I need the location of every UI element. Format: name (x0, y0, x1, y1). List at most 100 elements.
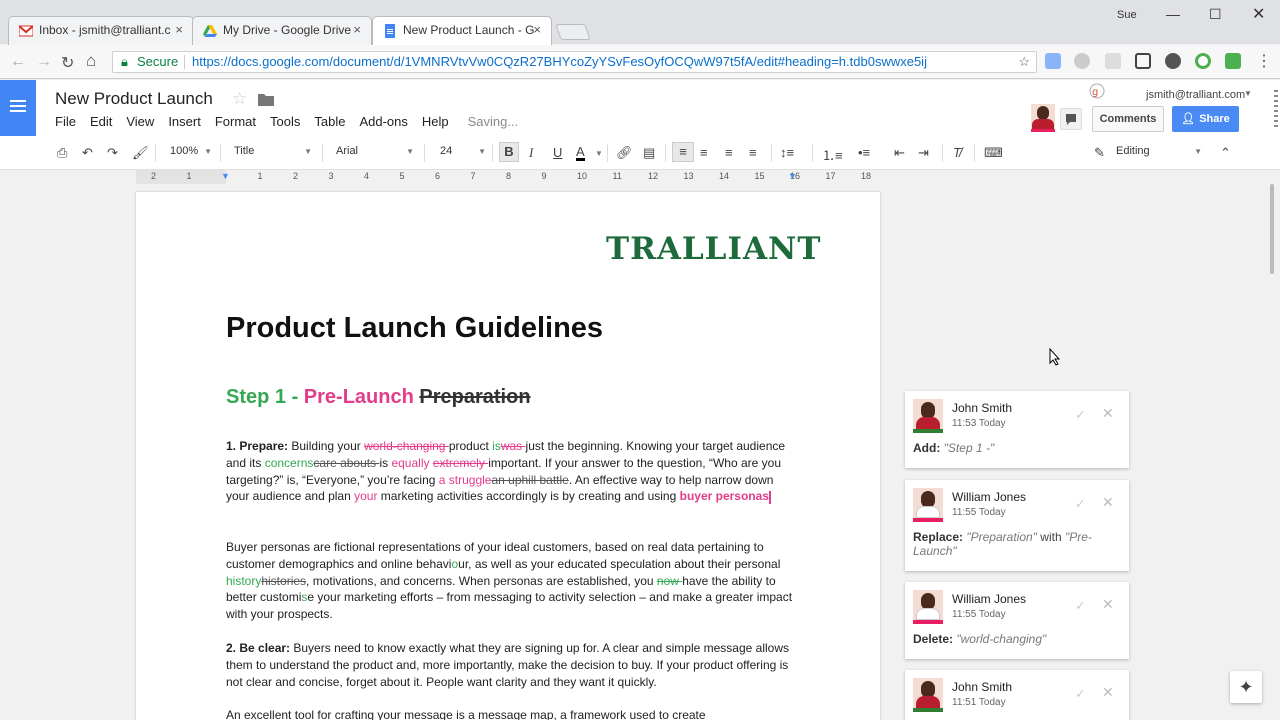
window-close-icon[interactable]: ✕ (1252, 4, 1265, 24)
docs-home-icon[interactable] (0, 80, 36, 136)
clear-formatting-icon[interactable]: T̸ (953, 145, 961, 160)
tab-drive[interactable]: My Drive - Google Drive × (192, 16, 372, 46)
chevron-down-icon[interactable]: ▼ (595, 149, 603, 158)
accept-check-icon[interactable]: ✓ (1075, 407, 1086, 423)
menu-insert[interactable]: Insert (168, 114, 201, 129)
cloud-extension-icon[interactable] (1074, 53, 1090, 69)
maximize-icon[interactable]: ☐ (1209, 6, 1222, 23)
document-heading[interactable]: Product Launch Guidelines (226, 312, 603, 345)
folder-icon[interactable] (258, 92, 274, 106)
close-icon[interactable]: × (175, 22, 183, 37)
menu-help[interactable]: Help (422, 114, 449, 129)
collaborator-avatar[interactable] (1031, 104, 1055, 132)
ruler-tick: 8 (506, 171, 512, 181)
menu-table[interactable]: Table (314, 114, 345, 129)
font-size-select[interactable]: 24 ▼ (440, 145, 486, 157)
share-button[interactable]: 👤︎ Share (1172, 106, 1239, 132)
back-icon[interactable]: ← (10, 53, 26, 71)
account-email[interactable]: jsmith@tralliant.com (1146, 89, 1245, 101)
paragraph-personas[interactable]: Buyer personas are fictional representat… (226, 539, 796, 623)
reject-x-icon[interactable]: ✕ (1102, 684, 1114, 701)
style-select[interactable]: Title ▼ (234, 145, 312, 157)
extension-icon[interactable] (1225, 53, 1241, 69)
underline-button[interactable]: U (553, 145, 562, 160)
screen-capture-icon[interactable] (1135, 53, 1151, 69)
reject-x-icon[interactable]: ✕ (1102, 405, 1114, 422)
indent-marker-icon[interactable]: ▼ (221, 171, 230, 181)
suggestion-card[interactable]: John Smith 11:51 Today ✓ ✕ (905, 670, 1129, 720)
bookmark-star-icon[interactable]: ☆ (1018, 52, 1030, 72)
decrease-indent-icon[interactable]: ⇤ (894, 145, 905, 161)
font-select[interactable]: Arial ▼ (336, 145, 414, 157)
editing-mode-select[interactable]: Editing ▼ (1116, 145, 1202, 157)
suggestion-card[interactable]: John Smith 11:53 Today ✓ ✕ Add: "Step 1 … (905, 391, 1129, 468)
menu-tools[interactable]: Tools (270, 114, 300, 129)
insert-comment-icon[interactable]: ▤ (643, 145, 655, 161)
step-heading[interactable]: Step 1 - Pre-Launch Preparation (226, 386, 531, 409)
chrome-menu-icon[interactable]: ⋮ (1256, 51, 1272, 71)
link-icon[interactable]: 🔗︎ (616, 145, 633, 161)
paragraph-prepare[interactable]: 1. Prepare: Building your world-changing… (226, 438, 796, 505)
redo-icon[interactable]: ↷ (107, 145, 118, 161)
bold-button[interactable]: B (499, 142, 519, 162)
paint-format-icon[interactable]: 🖌︎ (132, 145, 149, 161)
new-tab-button[interactable] (555, 24, 591, 40)
menu-addons[interactable]: Add-ons (359, 114, 407, 129)
chevron-down-icon[interactable]: ▼ (1244, 89, 1252, 98)
forward-icon[interactable]: → (36, 53, 52, 71)
document-title[interactable]: New Product Launch (55, 89, 213, 109)
suggestion-card[interactable]: William Jones 11:55 Today ✓ ✕ Replace: "… (905, 480, 1129, 571)
star-icon[interactable]: ☆ (232, 89, 247, 109)
menu-view[interactable]: View (126, 114, 154, 129)
ruler[interactable]: 2 1 1 2 3 4 5 6 7 8 9 10 11 12 13 14 15 16 17 18 ▼ ▼ (136, 170, 880, 184)
url-text[interactable]: https://docs.google.com/document/d/1VMNR… (192, 52, 927, 72)
reject-x-icon[interactable]: ✕ (1102, 494, 1114, 511)
bulleted-list-icon[interactable]: •≡ (858, 145, 870, 160)
input-tools-icon[interactable]: ⌨ (984, 145, 1003, 161)
zoom-value: 100% (170, 145, 199, 157)
explore-button[interactable]: ✦ (1230, 671, 1262, 703)
comment-history-button[interactable] (1060, 108, 1082, 130)
reload-icon[interactable]: ↻ (61, 53, 74, 73)
suggestion-card[interactable]: William Jones 11:55 Today ✓ ✕ Delete: "w… (905, 582, 1129, 659)
undo-icon[interactable]: ↶ (82, 145, 93, 161)
increase-indent-icon[interactable]: ⇥ (918, 145, 929, 161)
extension-icon[interactable] (1105, 53, 1121, 69)
reject-x-icon[interactable]: ✕ (1102, 596, 1114, 613)
minimize-icon[interactable]: — (1166, 6, 1180, 22)
extension-icon[interactable] (1165, 53, 1181, 69)
close-icon[interactable]: × (533, 22, 541, 37)
print-icon[interactable]: ⎙ (57, 145, 67, 161)
extension-icon[interactable] (1045, 53, 1061, 69)
justify-button[interactable]: ≡ (749, 145, 757, 160)
profile-name[interactable]: Sue (1117, 9, 1137, 21)
accept-check-icon[interactable]: ✓ (1075, 686, 1086, 702)
numbered-list-icon[interactable]: ⒈≡ (822, 145, 843, 164)
accept-check-icon[interactable]: ✓ (1075, 598, 1086, 614)
tab-inbox[interactable]: Inbox - jsmith@tralliant.c × (8, 16, 194, 46)
align-center-button[interactable]: ≡ (700, 145, 708, 160)
scrollbar[interactable] (1268, 184, 1276, 720)
address-bar[interactable]: 🔒︎ Secure https://docs.google.com/docume… (112, 51, 1037, 73)
text-color-button[interactable]: A (576, 145, 585, 161)
document-page[interactable]: TRALLIANT Product Launch Guidelines Step… (136, 192, 880, 720)
home-icon[interactable]: ⌂ (86, 51, 96, 71)
menu-edit[interactable]: Edit (90, 114, 112, 129)
line-spacing-icon[interactable]: ↕≡ (780, 145, 794, 160)
paragraph-message-map[interactable]: An excellent tool for crafting your mess… (226, 707, 796, 720)
collapse-icon[interactable]: ⌃ (1220, 145, 1231, 161)
paragraph-be-clear[interactable]: 2. Be clear: Buyers need to know exactly… (226, 640, 796, 690)
tab-docs[interactable]: New Product Launch - G × (372, 16, 552, 46)
align-left-button[interactable]: ≡ (672, 142, 694, 162)
close-icon[interactable]: × (353, 22, 361, 37)
zoom-select[interactable]: 100% ▼ (170, 145, 212, 157)
italic-button[interactable]: I (529, 145, 533, 161)
menu-format[interactable]: Format (215, 114, 256, 129)
right-indent-marker-icon[interactable]: ▼ (788, 171, 797, 181)
google-plus-icon[interactable]: g (1088, 82, 1110, 100)
extension-icon[interactable] (1195, 53, 1211, 69)
accept-check-icon[interactable]: ✓ (1075, 496, 1086, 512)
align-right-button[interactable]: ≡ (725, 145, 733, 160)
menu-file[interactable]: File (55, 114, 76, 129)
comments-button[interactable]: Comments (1092, 106, 1164, 132)
